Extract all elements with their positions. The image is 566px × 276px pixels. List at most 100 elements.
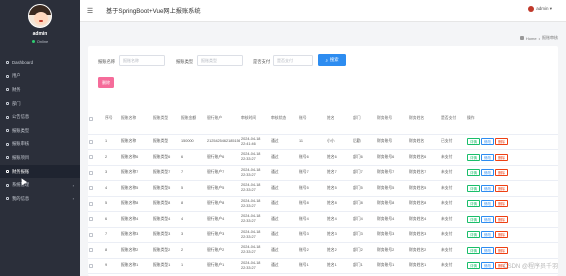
cell-type: 报账类型2 — [152, 242, 180, 259]
cell-facct: 财务账号 — [376, 134, 408, 150]
row-checkbox[interactable] — [89, 263, 93, 268]
cell-account: 11 — [298, 134, 326, 150]
row-checkbox[interactable] — [89, 232, 93, 237]
header-cell: 审核时间 — [240, 104, 270, 135]
sidebar-item-finance[interactable]: 财务 — [0, 83, 80, 97]
delete-button[interactable]: 删除 — [495, 200, 508, 208]
sidebar-item-claim-project[interactable]: 报账项目 — [0, 151, 80, 165]
cell-time: 2024-04-18 22:33:27 — [240, 211, 270, 228]
row-checkbox[interactable] — [89, 248, 93, 253]
sidebar-item-dashboard[interactable]: Dashboard — [0, 56, 80, 70]
sidebar-item-my-info[interactable]: 我的信息 › — [0, 192, 80, 206]
detail-button[interactable]: 详情 — [467, 169, 480, 177]
header-select-all[interactable] — [88, 104, 104, 135]
sidebar-item-label: 我的信息 — [12, 195, 30, 201]
claim-type-input[interactable]: 报账类型 — [197, 55, 243, 66]
delete-button[interactable]: 删除 — [495, 246, 508, 254]
search-icon: ⌕ — [325, 57, 328, 63]
cell-status: 通过 — [270, 211, 298, 228]
delete-button[interactable]: 删除 — [495, 138, 508, 146]
claim-name-input[interactable]: 报账名称 — [119, 55, 165, 66]
avatar[interactable] — [28, 4, 52, 28]
delete-button[interactable]: 删除 — [495, 184, 508, 192]
sidebar-item-notice[interactable]: 公告信息 — [0, 110, 80, 124]
delete-button[interactable]: 删除 — [495, 153, 508, 161]
edit-button[interactable]: 修改 — [481, 200, 494, 208]
row-select-cell[interactable] — [88, 165, 104, 181]
edit-button[interactable]: 修改 — [481, 153, 494, 161]
table-row: 6 报账名称4 报账类型4 4 银行账户4 2024-04-18 22:33:27 通过 账号… — [88, 211, 558, 228]
row-select-cell[interactable] — [88, 180, 104, 197]
row-checkbox[interactable] — [89, 155, 93, 160]
cell-time: 2024-04-18 22:41:46 — [240, 134, 270, 150]
breadcrumb-home[interactable]: Home — [526, 36, 537, 41]
select-all-checkbox[interactable] — [89, 116, 93, 121]
sidebar-item-claim-type[interactable]: 报账类型 — [0, 124, 80, 138]
delete-button[interactable]: 删除 — [495, 169, 508, 177]
cell-dept: 部门3 — [352, 227, 376, 243]
row-select-cell[interactable] — [88, 149, 104, 166]
cell-bank: 银行账户3 — [206, 227, 240, 243]
cell-paid: 已支付 — [440, 134, 466, 150]
row-select-cell[interactable] — [88, 196, 104, 212]
admin-dropdown[interactable]: admin ▾ — [528, 6, 552, 12]
cell-amount: 2 — [180, 242, 206, 259]
sidebar-item-label: 财务报账 — [12, 168, 30, 174]
cell-bank: 银行账户8 — [206, 196, 240, 212]
row-checkbox[interactable] — [89, 186, 93, 191]
sidebar-item-finance-claim[interactable]: 财务报账 — [0, 164, 80, 179]
detail-button[interactable]: 详情 — [467, 215, 480, 223]
row-select-cell[interactable] — [88, 258, 104, 274]
edit-button[interactable]: 修改 — [481, 184, 494, 192]
row-select-cell[interactable] — [88, 211, 104, 228]
detail-button[interactable]: 详情 — [467, 231, 480, 239]
cell-name: 报账名称2 — [120, 242, 152, 259]
detail-button[interactable]: 详情 — [467, 262, 480, 270]
row-checkbox[interactable] — [89, 170, 93, 175]
delete-button[interactable]: 删除 — [495, 215, 508, 223]
search-button[interactable]: ⌕ 搜索 — [318, 54, 346, 66]
row-select-cell[interactable] — [88, 227, 104, 243]
hamburger-menu-icon[interactable]: ☰ — [82, 7, 98, 15]
header-cell: 审核状态 — [270, 104, 298, 135]
cell-n: 7 — [104, 227, 120, 243]
cell-bank: 银行账户5 — [206, 180, 240, 197]
online-status: Online — [31, 39, 49, 44]
sidebar-item-claim-review[interactable]: 报账审核 — [0, 138, 80, 152]
online-label: Online — [36, 39, 49, 44]
row-select-cell[interactable] — [88, 134, 104, 150]
batch-delete-button[interactable]: 删除 — [98, 77, 114, 88]
row-checkbox[interactable] — [89, 201, 93, 206]
detail-button[interactable]: 详情 — [467, 153, 480, 161]
edit-button[interactable]: 修改 — [481, 215, 494, 223]
sidebar-item-department[interactable]: 部门 — [0, 97, 80, 111]
edit-button[interactable]: 修改 — [481, 231, 494, 239]
delete-button[interactable]: 删除 — [495, 231, 508, 239]
header-cell: 是否支付 — [440, 104, 466, 135]
edit-button[interactable]: 修改 — [481, 246, 494, 254]
edit-button[interactable]: 修改 — [481, 169, 494, 177]
row-checkbox[interactable] — [89, 139, 93, 144]
sidebar-item-users[interactable]: 用户 — [0, 70, 80, 84]
sidebar-item-system[interactable]: 系统管理 › — [0, 178, 80, 192]
table-row: 5 报账名称8 报账类型8 8 银行账户8 2024-04-18 22:33:27 通过 账号… — [88, 196, 558, 212]
row-select-cell[interactable] — [88, 242, 104, 259]
cell-name: 报账名称1 — [120, 258, 152, 274]
detail-button[interactable]: 详情 — [467, 138, 480, 146]
paid-status-input[interactable]: 是否支付 — [273, 55, 313, 66]
my-info-icon — [6, 197, 9, 201]
cell-n: 4 — [104, 180, 120, 197]
edit-button[interactable]: 修改 — [481, 262, 494, 270]
table-row: 9 报账名称1 报账类型1 1 银行账户1 2024-04-18 22:33:27 通过 账号… — [88, 258, 558, 274]
finance-claim-icon — [6, 170, 9, 174]
edit-button[interactable]: 修改 — [481, 138, 494, 146]
detail-button[interactable]: 详情 — [467, 246, 480, 254]
sidebar-item-label: 部门 — [12, 100, 21, 106]
department-icon — [6, 102, 9, 106]
cell-time: 2024-04-18 22:33:27 — [240, 242, 270, 259]
cell-n: 8 — [104, 242, 120, 259]
row-checkbox[interactable] — [89, 217, 93, 222]
system-icon — [6, 183, 9, 187]
detail-button[interactable]: 详情 — [467, 200, 480, 208]
detail-button[interactable]: 详情 — [467, 184, 480, 192]
